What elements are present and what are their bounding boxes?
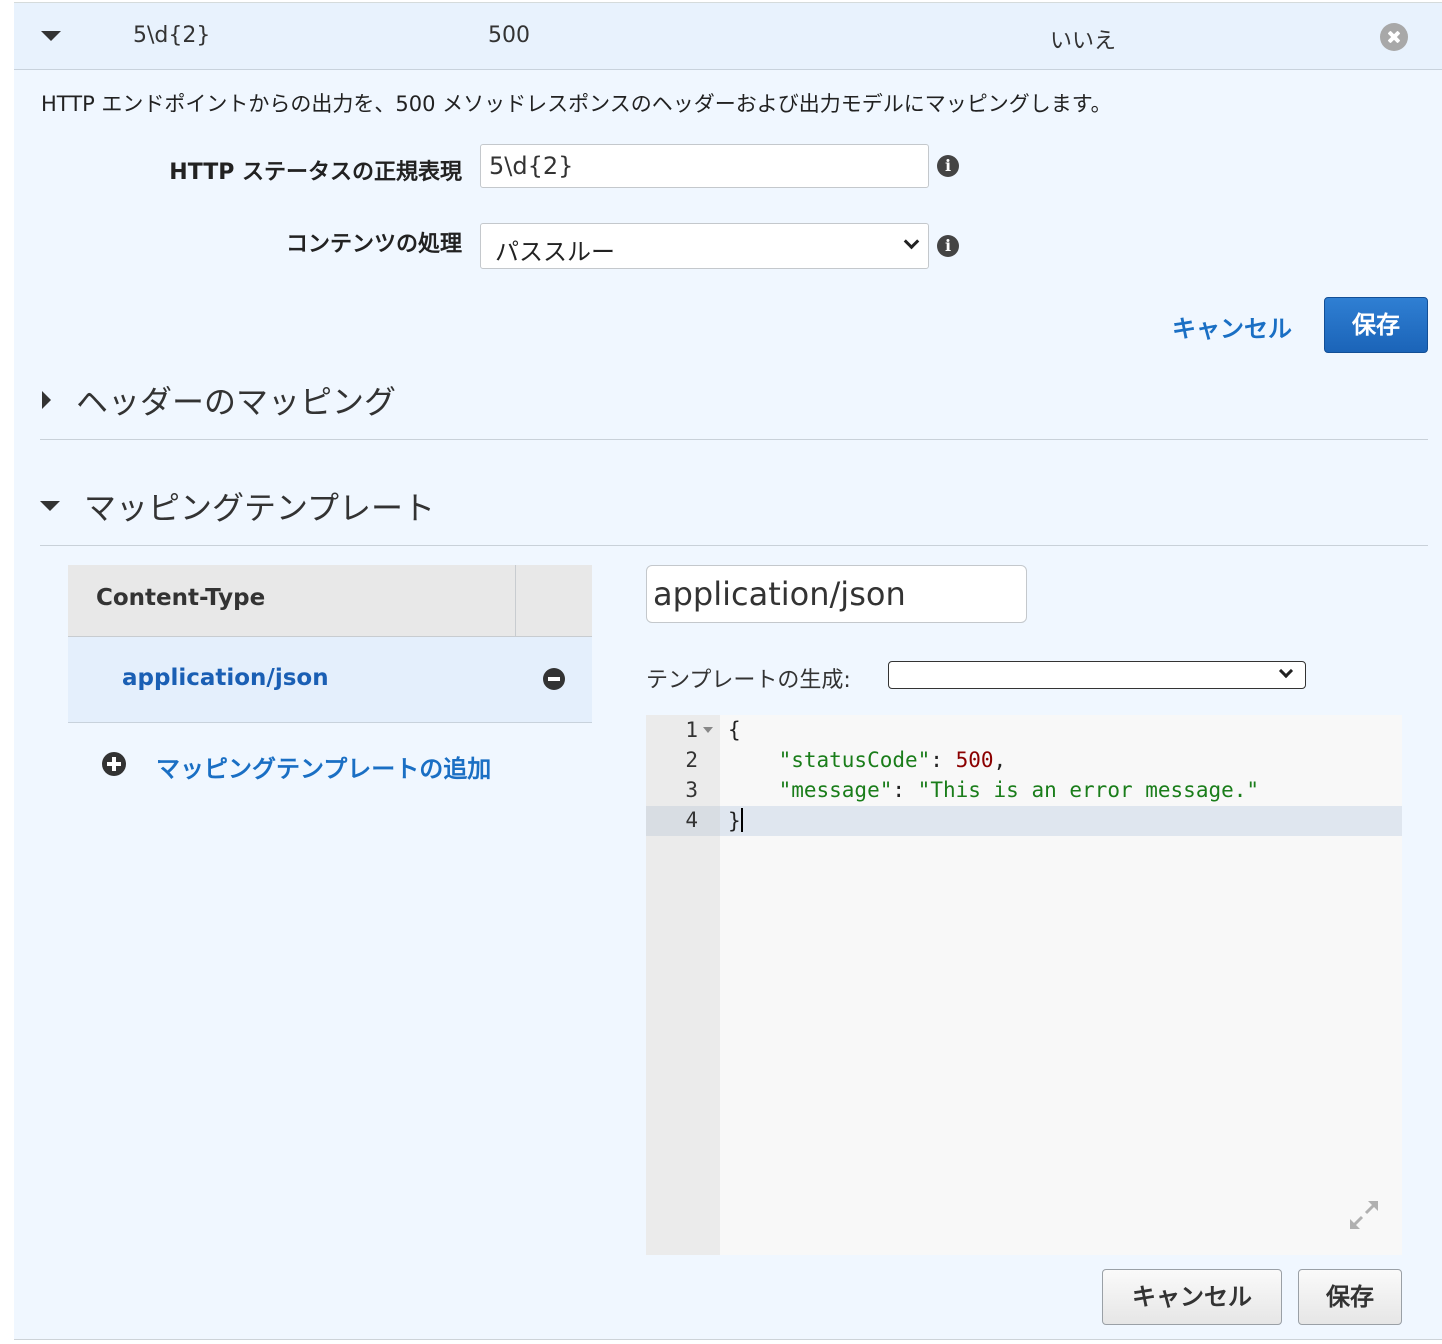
content-type-column-header: Content-Type	[96, 585, 266, 611]
chevron-down-icon	[903, 233, 920, 250]
minus-circle-icon[interactable]	[543, 668, 565, 690]
plus-circle-icon[interactable]	[102, 752, 126, 776]
active-line-highlight	[646, 806, 1402, 836]
divider	[40, 439, 1428, 440]
line-number: 3	[685, 778, 698, 802]
line-number: 4	[685, 808, 698, 832]
code-token-string: "This is an error message."	[917, 778, 1260, 802]
method-response-panel: 5\d{2} 500 いいえ HTTP エンドポイントからの出力を、500 メソ…	[14, 2, 1442, 1340]
content-handling-value: パススルー	[495, 238, 615, 266]
cancel-button[interactable]: キャンセル	[1172, 309, 1292, 344]
close-icon[interactable]	[1380, 23, 1408, 51]
text-cursor	[740, 808, 743, 832]
regex-label: HTTP ステータスの正規表現	[169, 160, 462, 185]
header-mappings-title[interactable]: ヘッダーのマッピング	[76, 377, 396, 423]
chevron-down-icon	[1278, 663, 1294, 679]
code-editor[interactable]: 1 2 3 4 { "statusCode": 500, "message": …	[646, 715, 1402, 1255]
save-button[interactable]: 保存	[1324, 297, 1428, 353]
expand-icon[interactable]	[1346, 1197, 1382, 1233]
generate-template-select[interactable]	[888, 661, 1306, 689]
row-status-code: 500	[488, 23, 530, 48]
content-type-table: Content-Type application/json	[68, 565, 592, 723]
code-token: ,	[993, 748, 1007, 772]
info-icon[interactable]: i	[937, 235, 959, 257]
code-token-key: "message"	[778, 778, 893, 802]
response-row[interactable]: 5\d{2} 500 いいえ	[14, 3, 1442, 70]
code-token: }	[728, 809, 741, 833]
line-number: 2	[685, 748, 698, 772]
content-handling-select[interactable]: パススルー	[480, 223, 929, 269]
content-type-input[interactable]	[646, 565, 1027, 623]
code-token: :	[930, 748, 956, 772]
caret-right-icon[interactable]	[42, 391, 51, 409]
add-mapping-template-link[interactable]: マッピングテンプレートの追加	[156, 749, 491, 784]
code-line-1: {	[728, 718, 741, 742]
row-regex: 5\d{2}	[133, 23, 211, 48]
editor-cancel-button[interactable]: キャンセル	[1102, 1269, 1282, 1325]
fold-arrow-icon[interactable]	[703, 727, 713, 733]
code-line-3: "message": "This is an error message."	[728, 778, 1259, 802]
mapping-templates-title[interactable]: マッピングテンプレート	[84, 483, 435, 529]
code-token-key: "statusCode"	[778, 748, 931, 772]
code-line-2: "statusCode": 500,	[728, 748, 1007, 772]
content-type-table-header: Content-Type	[68, 565, 592, 637]
caret-down-icon[interactable]	[41, 31, 61, 41]
code-token: :	[892, 778, 918, 802]
content-type-row-label[interactable]: application/json	[122, 665, 329, 691]
row-default: いいえ	[1050, 29, 1117, 54]
code-token-number: 500	[955, 748, 994, 772]
content-type-row[interactable]: application/json	[68, 637, 592, 723]
code-token: {	[728, 718, 741, 742]
divider	[40, 545, 1428, 546]
generate-template-label: テンプレートの生成:	[646, 668, 851, 693]
editor-save-button[interactable]: 保存	[1298, 1269, 1402, 1325]
line-number: 1	[685, 718, 698, 742]
column-separator	[515, 565, 516, 637]
info-icon[interactable]: i	[937, 155, 959, 177]
content-handling-label: コンテンツの処理	[285, 232, 462, 257]
regex-input[interactable]	[480, 144, 929, 188]
caret-down-icon[interactable]	[40, 501, 60, 511]
integration-response-description: HTTP エンドポイントからの出力を、500 メソッドレスポンスのヘッダーおよび…	[41, 92, 1112, 116]
code-line-4: }	[728, 808, 743, 833]
